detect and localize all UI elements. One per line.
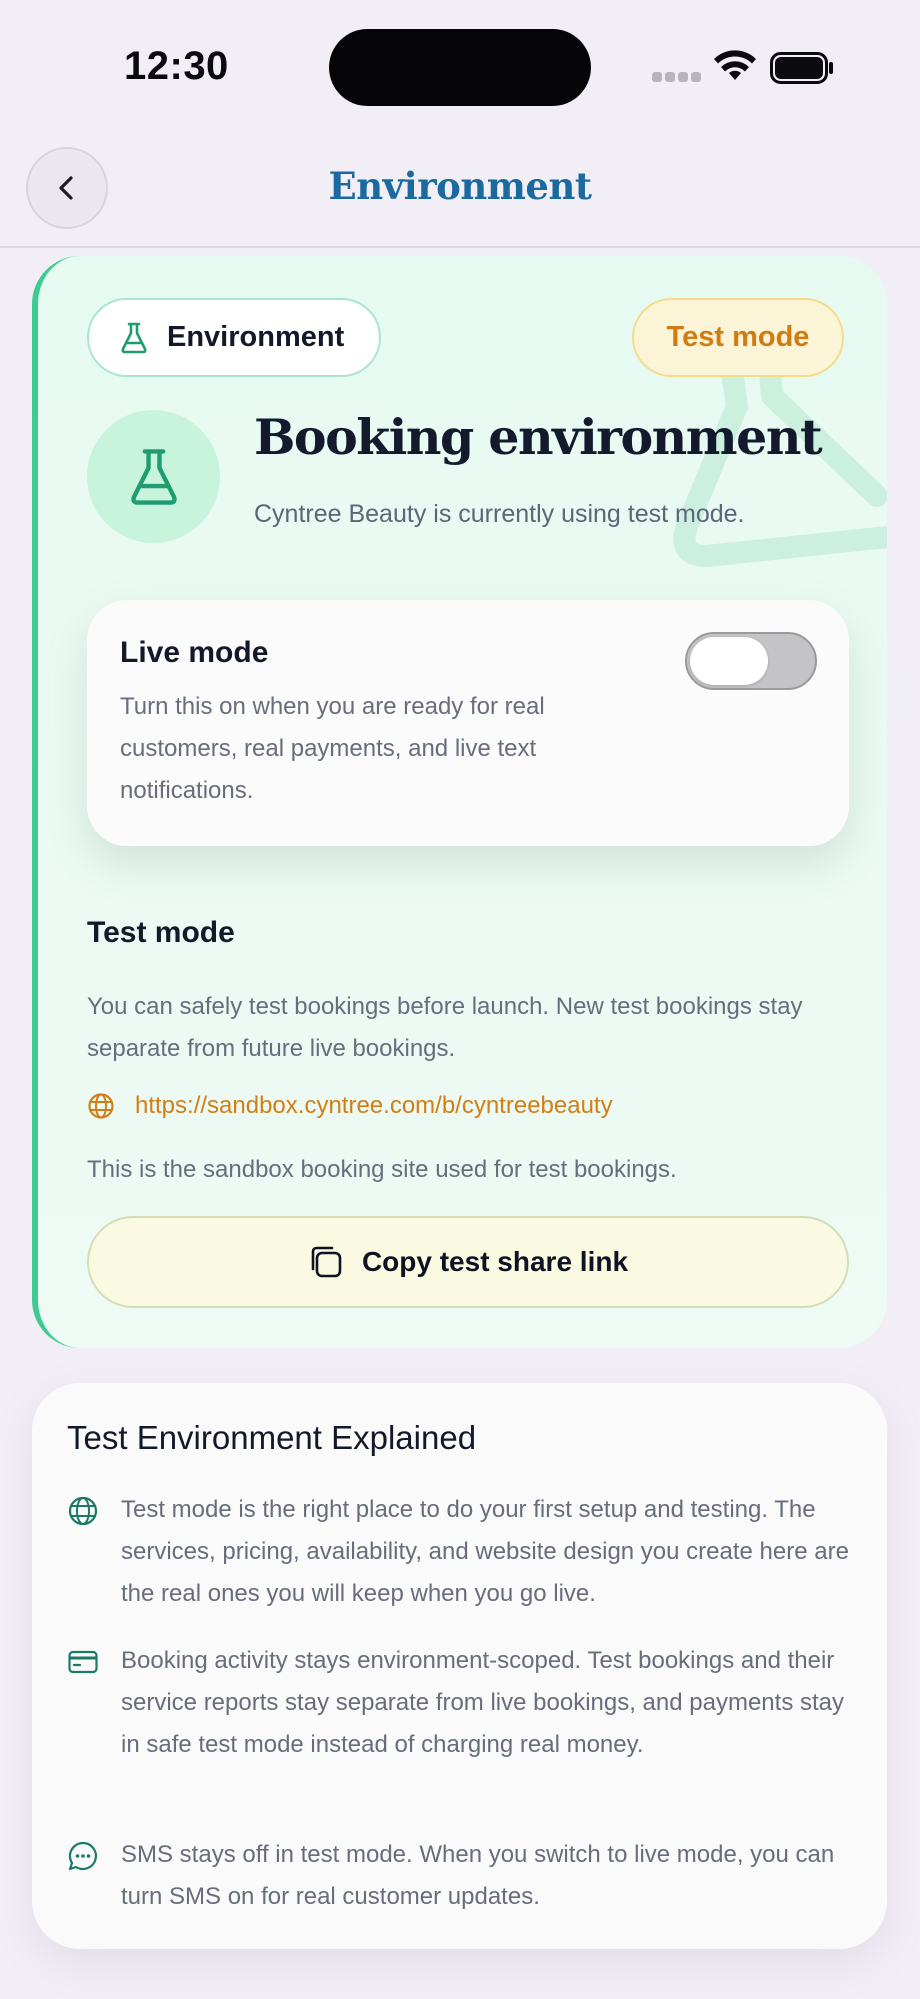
list-item: SMS stays off in test mode. When you swi… (67, 1834, 887, 1924)
live-mode-toggle[interactable] (685, 632, 817, 690)
flask-avatar (87, 410, 220, 543)
list-item: Booking activity stays environment-scope… (67, 1640, 887, 1810)
sandbox-link-row: https://sandbox.cyntree.com/b/cyntreebea… (87, 1092, 613, 1120)
copy-button-label: Copy test share link (361, 1246, 629, 1277)
environment-pill: Environment (87, 298, 381, 377)
status-time: 12:30 (124, 44, 229, 88)
explainer-title: Test Environment Explained (67, 1419, 477, 1456)
explainer-text: Booking activity stays environment-scope… (121, 1647, 844, 1758)
wifi-icon (714, 50, 756, 80)
card-heading: Booking environment (254, 408, 823, 466)
chat-bubble-icon (68, 1841, 98, 1871)
flask-icon (130, 448, 177, 505)
explainer-text: SMS stays off in test mode. When you swi… (121, 1841, 835, 1910)
environment-card: Environment Test mode Booking environmen… (32, 256, 887, 1348)
sandbox-url-link[interactable]: https://sandbox.cyntree.com/b/cyntreebea… (135, 1092, 613, 1120)
battery-icon (770, 52, 833, 84)
list-item: Test mode is the right place to do your … (67, 1489, 887, 1619)
live-mode-description: Turn this on when you are ready for real… (120, 693, 545, 804)
copy-test-share-link-button[interactable]: Copy test share link (87, 1216, 849, 1308)
environment-pill-label: Environment (167, 321, 345, 353)
page-title: Environment (328, 164, 592, 208)
header-divider (0, 246, 920, 248)
dynamic-island (329, 29, 591, 106)
signal-icon (652, 72, 701, 82)
live-mode-title: Live mode (120, 636, 269, 669)
live-mode-panel: Live mode Turn this on when you are read… (87, 600, 849, 846)
globe-icon (68, 1496, 98, 1526)
copy-icon (311, 1246, 342, 1278)
flask-icon (121, 322, 147, 353)
credit-card-icon (68, 1650, 98, 1674)
explainer-text: Test mode is the right place to do your … (121, 1496, 849, 1607)
test-mode-description: You can safely test bookings before laun… (87, 993, 803, 1062)
toggle-knob (690, 637, 768, 685)
test-mode-badge: Test mode (632, 298, 844, 377)
sandbox-note: This is the sandbox booking site used fo… (87, 1156, 677, 1183)
explainer-card: Test Environment Explained Test mode is … (32, 1383, 887, 1949)
test-mode-title: Test mode (87, 916, 235, 949)
globe-icon (88, 1093, 114, 1119)
card-subtitle: Cyntree Beauty is currently using test m… (254, 500, 745, 528)
